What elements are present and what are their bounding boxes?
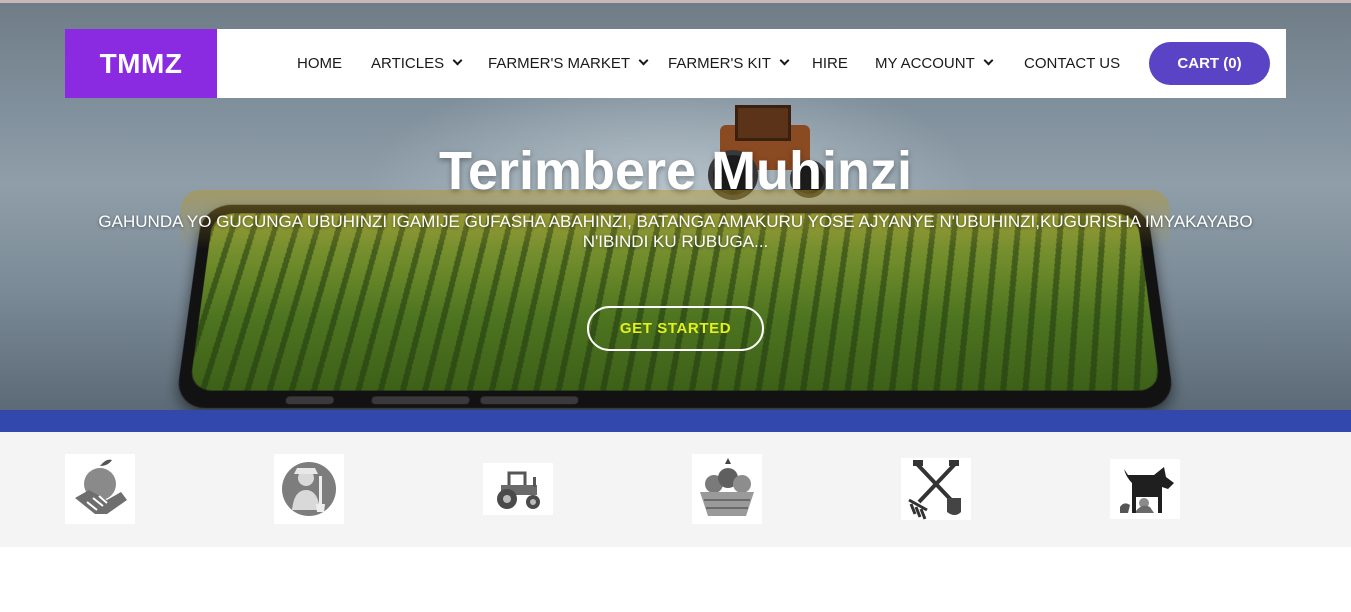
tractor-icon[interactable] <box>483 463 553 515</box>
livestock-icon[interactable] <box>1110 459 1180 519</box>
handshake-apple-icon[interactable] <box>65 454 135 524</box>
chevron-down-icon <box>638 55 649 66</box>
nav-item-articles[interactable]: ARTICLES <box>371 29 463 98</box>
main-navbar: TMMZ HOME ARTICLES FARMER'S MARKET FARME… <box>65 29 1286 98</box>
nav-item-label: HIRE <box>812 55 848 72</box>
hero-title: Terimbere Muhinzi <box>438 141 913 201</box>
chevron-down-icon <box>983 55 994 66</box>
nav-item-label: MY ACCOUNT <box>875 55 975 72</box>
nav-item-hire[interactable]: HIRE <box>812 29 848 98</box>
category-strip <box>0 432 1351 547</box>
nav-item-label: CONTACT US <box>1024 55 1121 72</box>
farm-tools-icon[interactable] <box>901 458 971 520</box>
site-logo[interactable]: TMMZ <box>65 29 217 98</box>
chevron-down-icon <box>452 55 463 66</box>
nav-item-my-account[interactable]: MY ACCOUNT <box>875 29 994 98</box>
nav-item-label: HOME <box>297 55 342 72</box>
nav-item-contact-us[interactable]: CONTACT US <box>1024 29 1120 98</box>
nav-item-label: ARTICLES <box>371 55 445 72</box>
cart-button[interactable]: CART (0) <box>1149 42 1270 85</box>
nav-item-farmers-market[interactable]: FARMER'S MARKET <box>488 29 649 98</box>
nav-item-label: FARMER'S MARKET <box>488 55 631 72</box>
nav-item-label: FARMER'S KIT <box>668 55 771 72</box>
farmer-icon[interactable] <box>274 454 344 524</box>
get-started-button[interactable]: GET STARTED <box>587 306 764 351</box>
top-border <box>0 0 1351 3</box>
produce-basket-icon[interactable] <box>692 454 762 524</box>
chevron-down-icon <box>779 55 790 66</box>
nav-item-home[interactable]: HOME <box>297 29 342 98</box>
hero-subtitle: GAHUNDA YO GUCUNGA UBUHINZI IGAMIJE GUFA… <box>98 212 1253 251</box>
nav-item-farmers-kit[interactable]: FARMER'S KIT <box>668 29 790 98</box>
section-divider <box>0 410 1351 432</box>
